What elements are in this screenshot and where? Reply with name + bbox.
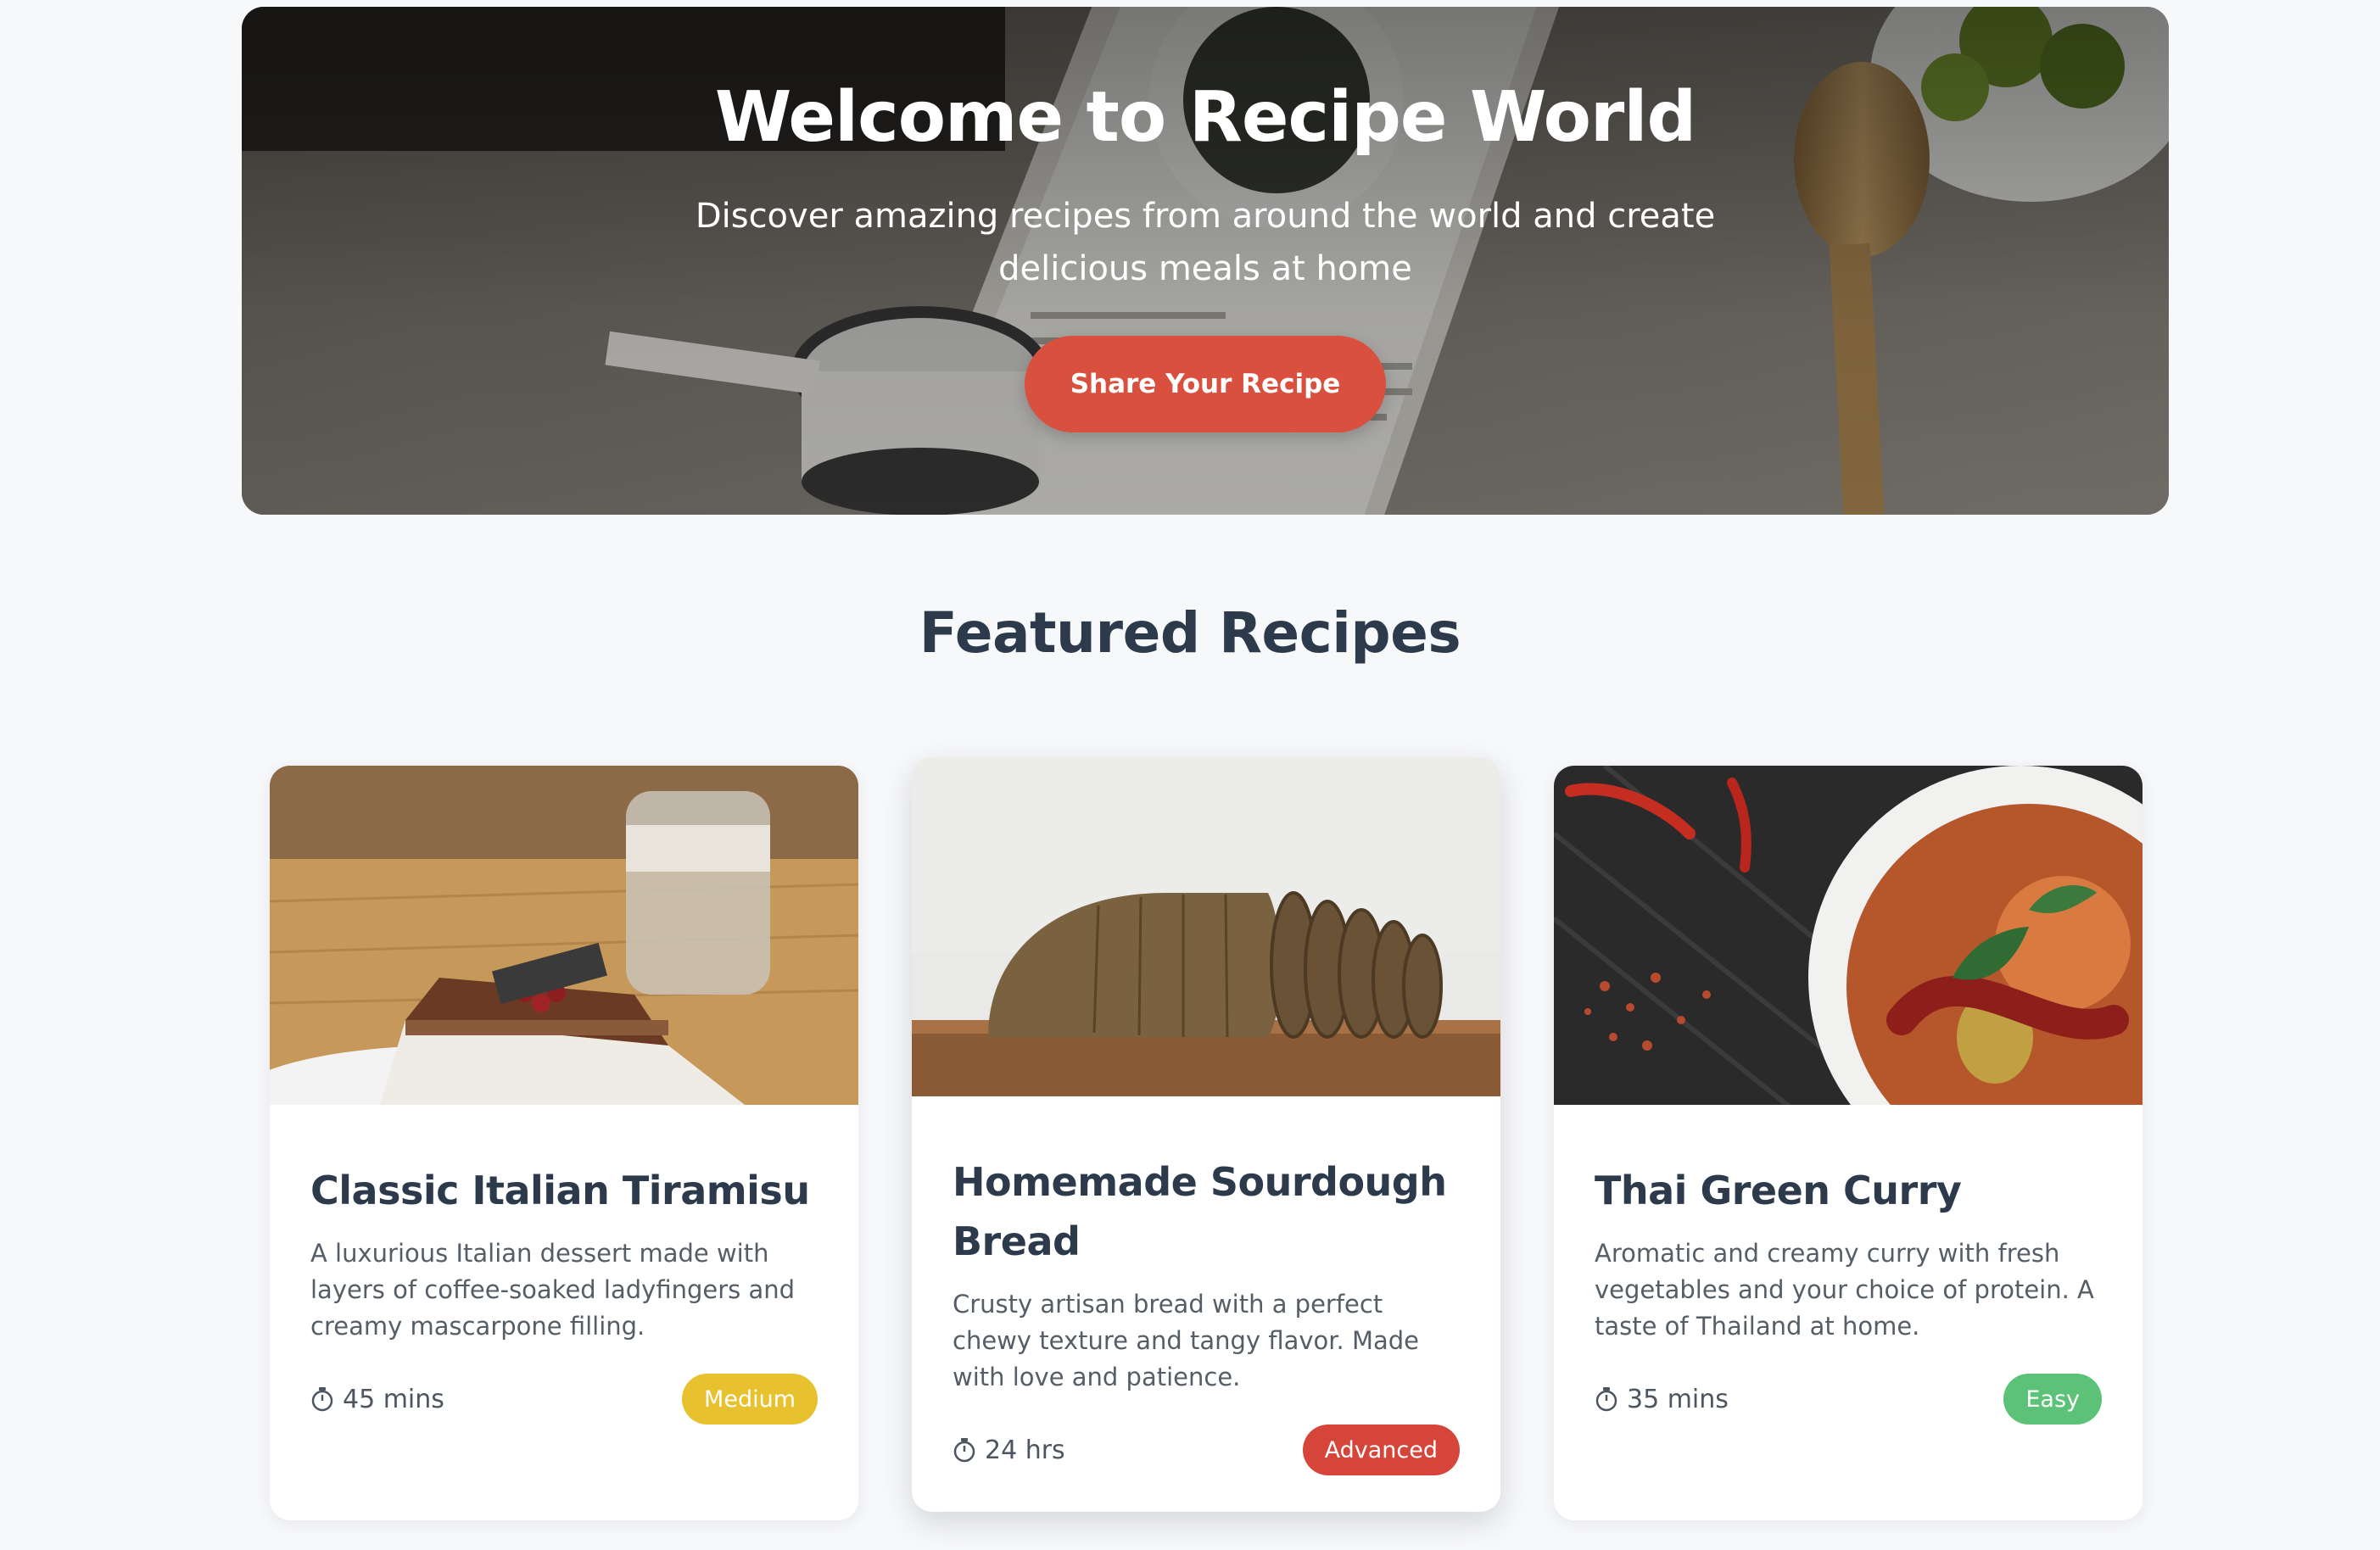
card-description: Aromatic and creamy curry with fresh veg… [1595,1239,2094,1341]
recipe-card-tiramisu[interactable]: Classic Italian Tiramisu A luxurious Ita… [270,766,858,1520]
cook-time: 24 hrs [953,1436,1065,1465]
hero-title: Welcome to Recipe World [714,77,1696,158]
card-description: Crusty artisan bread with a perfect chew… [953,1290,1419,1391]
card-description: A luxurious Italian dessert made with la… [310,1239,796,1341]
recipe-card-thai-curry[interactable]: Thai Green Curry Aromatic and creamy cur… [1554,766,2143,1520]
timer-icon [1595,1387,1617,1412]
difficulty-badge: Easy [2003,1374,2102,1425]
tiramisu-image [270,766,858,1105]
hero-banner: Welcome to Recipe World Discover amazing… [242,7,2169,515]
difficulty-badge: Advanced [1302,1425,1460,1475]
recipe-card-sourdough[interactable]: Homemade Sourdough Bread Crusty artisan … [912,757,1500,1512]
card-body: Homemade Sourdough Bread Crusty artisan … [912,1096,1500,1475]
hero-content: Welcome to Recipe World Discover amazing… [242,7,2169,515]
card-title: Classic Italian Tiramisu [310,1168,810,1213]
thai-curry-image [1554,766,2143,1105]
hero-subtitle: Discover amazing recipes from around the… [695,197,1716,289]
card-title: Thai Green Curry [1595,1168,1962,1213]
difficulty-badge: Medium [682,1374,818,1425]
cook-time-value: 35 mins [1627,1384,1729,1414]
cook-time-value: 45 mins [343,1384,444,1414]
cook-time: 35 mins [1595,1385,1729,1414]
timer-icon [953,1438,975,1463]
card-meta: 35 mins Easy [1595,1374,2102,1425]
timer-icon [311,1387,333,1412]
featured-recipes-heading: Featured Recipes [919,600,1461,666]
cook-time: 45 mins [310,1385,444,1414]
card-meta: 45 mins Medium [310,1374,818,1425]
card-title: Homemade Sourdough Bread [953,1159,1447,1264]
share-recipe-button[interactable]: Share Your Recipe [1025,336,1386,433]
cook-time-value: 24 hrs [985,1435,1065,1465]
page: Welcome to Recipe World Discover amazing… [0,0,2380,1550]
sourdough-image [912,757,1500,1096]
card-body: Classic Italian Tiramisu A luxurious Ita… [270,1105,858,1425]
card-meta: 24 hrs Advanced [953,1425,1460,1475]
card-body: Thai Green Curry Aromatic and creamy cur… [1554,1105,2143,1425]
